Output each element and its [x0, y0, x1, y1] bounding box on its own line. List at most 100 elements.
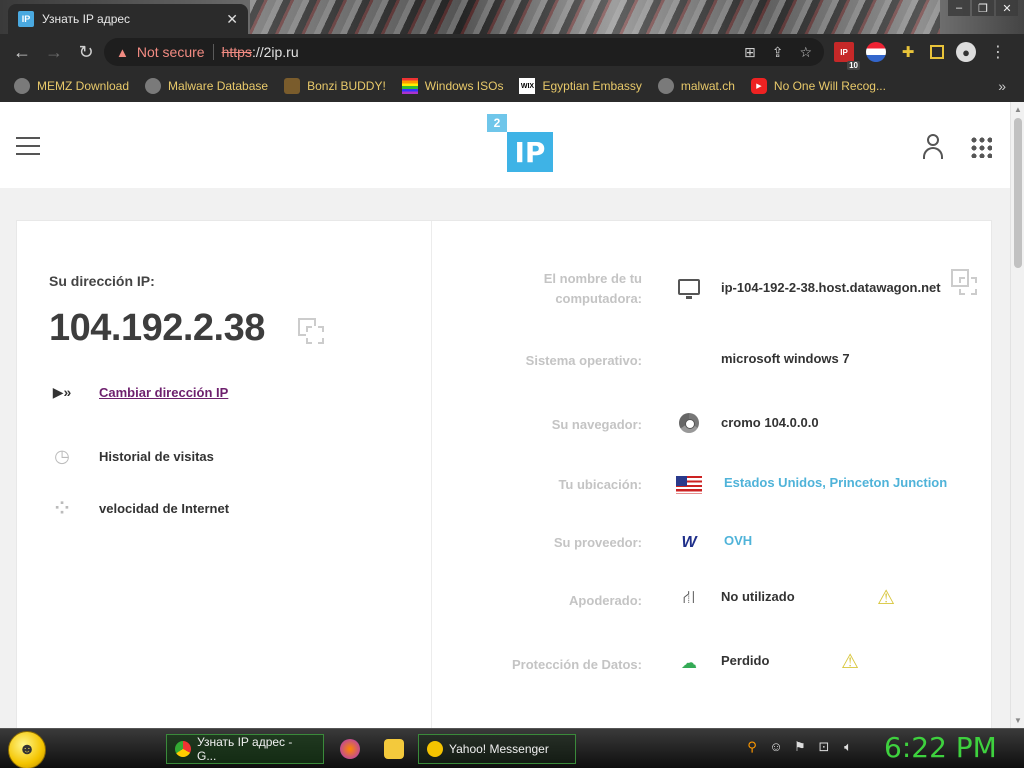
data-protection-label: Protección de Datos:	[511, 657, 642, 672]
folder-quicklaunch-icon[interactable]	[384, 739, 404, 759]
ip-address-value[interactable]: 104.192.2.38	[49, 307, 265, 350]
network-tray-icon[interactable]: ⊡	[816, 739, 832, 755]
bookmark-no-one-will-recog[interactable]: ▶ No One Will Recog...	[750, 78, 886, 94]
extensions-puzzle-icon[interactable]: ✚	[898, 42, 918, 62]
globe-icon	[145, 78, 162, 94]
window-background-art	[250, 0, 940, 34]
ip-summary-pane: Su dirección IP: 104.192.2.38 ▶» Cambiar…	[17, 221, 432, 728]
copy-ip-icon[interactable]	[298, 318, 324, 344]
apps-grid-icon[interactable]	[970, 136, 992, 158]
tab-close-icon[interactable]: ✕	[226, 11, 238, 28]
browser-toolbar: ← → ↻ ▲ Not secure https ://2ip.ru ⊞ ⇪ ☆…	[0, 34, 1024, 70]
browser-tab[interactable]: IP Узнать IP адрес ✕	[8, 4, 248, 34]
copy-hostname-icon[interactable]	[951, 269, 977, 295]
address-bar[interactable]: ▲ Not secure https ://2ip.ru ⊞ ⇪ ☆	[104, 38, 824, 66]
bookmark-malware-database[interactable]: Malware Database	[145, 78, 268, 94]
bonzi-icon	[284, 78, 301, 94]
page-scrollbar[interactable]: ▲ ▼	[1010, 102, 1024, 728]
reload-icon[interactable]: ↻	[70, 36, 102, 68]
provider-value[interactable]: OVH	[724, 533, 752, 548]
messenger-tray-icon[interactable]: ☺	[768, 739, 784, 755]
youtube-icon: ▶	[750, 78, 767, 94]
bookmark-windows-isos[interactable]: Windows ISOs	[401, 78, 503, 94]
ip-details-pane: El nombre de tu computadora: ip-104-192-…	[432, 221, 992, 728]
tab-strip: IP Узнать IP адрес ✕ – ❐ ✕	[0, 0, 1024, 34]
computer-name-label: El nombre de tu computadora:	[543, 271, 642, 306]
security-status[interactable]: Not secure	[137, 44, 205, 60]
translate-icon[interactable]: ⊞	[744, 44, 756, 61]
visit-history-link[interactable]: ◷ Historial de visitas	[49, 443, 214, 469]
change-ip-link[interactable]: ▶» Cambiar dirección IP	[49, 379, 229, 405]
search-tray-icon[interactable]: ⚲	[744, 739, 760, 755]
warning-triangle-icon[interactable]: ▲	[116, 45, 129, 60]
bookmark-label: Egyptian Embassy	[542, 79, 642, 93]
user-account-icon[interactable]	[922, 134, 944, 160]
location-value[interactable]: Estados Unidos, Princeton Junction	[724, 475, 947, 490]
computer-name-row: El nombre de tu computadora: ip-104-192-…	[432, 269, 992, 309]
os-label: Sistema operativo:	[525, 353, 642, 368]
taskbar-clock[interactable]: 6:22 PM	[884, 731, 997, 764]
visit-history-label[interactable]: Historial de visitas	[99, 449, 214, 464]
bookmark-bonzi-buddy[interactable]: Bonzi BUDDY!	[284, 78, 386, 94]
page-viewport: 2 IP Su dirección IP: 104.192.2.38 ▶» Ca…	[0, 102, 1024, 728]
proxy-warning-icon[interactable]: ⚠	[877, 587, 901, 609]
bookmark-label: Malware Database	[168, 79, 269, 93]
site-logo[interactable]: 2 IP	[487, 114, 553, 172]
provider-row: Su proveedor: W OVH	[432, 531, 992, 571]
us-flag-icon	[676, 473, 702, 497]
internet-speed-link[interactable]: ⁘ velocidad de Internet	[49, 495, 229, 521]
bookmark-egyptian-embassy[interactable]: WIX Egyptian Embassy	[519, 78, 642, 94]
bookmark-label: Bonzi BUDDY!	[307, 79, 386, 93]
bookmark-star-icon[interactable]: ☆	[799, 44, 812, 61]
data-protection-warning-icon[interactable]: ⚠	[841, 651, 865, 673]
scroll-thumb[interactable]	[1014, 118, 1022, 268]
forward-arrow-icon[interactable]: →	[38, 36, 70, 68]
omnibox-divider	[212, 44, 214, 60]
hamburger-menu-icon[interactable]	[16, 137, 40, 155]
change-ip-label[interactable]: Cambiar dirección IP	[99, 385, 228, 400]
restore-icon[interactable]: ❐	[972, 0, 994, 16]
bookmark-malwatch[interactable]: malwat.ch	[657, 78, 735, 94]
side-panel-icon[interactable]	[930, 45, 944, 59]
bookmark-label: malwat.ch	[680, 79, 735, 93]
proxy-row: Apoderado: ⛙ No utilizado ⚠	[432, 587, 992, 627]
url-scheme: https	[221, 44, 252, 60]
start-smiley-icon[interactable]: ☻	[8, 731, 46, 768]
ip-info-card: Su dirección IP: 104.192.2.38 ▶» Cambiar…	[16, 220, 992, 728]
taskbar-chrome-window[interactable]: Узнать IP адрес - G...	[166, 734, 324, 764]
system-tray: ⚲ ☺ ⚑ ⊡ 🔈︎	[744, 739, 856, 755]
vpn-flag-icon[interactable]	[866, 42, 886, 62]
firefox-quicklaunch-icon[interactable]	[340, 739, 360, 759]
location-label: Tu ubicación:	[558, 477, 642, 492]
chrome-taskbar-icon	[175, 741, 191, 757]
taskbar-yahoo-window[interactable]: Yahoo! Messenger	[418, 734, 576, 764]
share-icon[interactable]: ⇪	[772, 44, 784, 61]
data-protection-value: Perdido	[721, 653, 770, 668]
location-row: Tu ubicación: Estados Unidos, Princeton …	[432, 473, 992, 513]
window-controls: – ❐ ✕	[948, 0, 1018, 16]
os-taskbar: ☻ Узнать IP адрес - G... Yahoo! Messenge…	[0, 728, 1024, 768]
internet-speed-label[interactable]: velocidad de Internet	[99, 501, 229, 516]
close-window-icon[interactable]: ✕	[996, 0, 1018, 16]
yahoo-messenger-icon	[427, 741, 443, 757]
profile-avatar-icon[interactable]: ●	[956, 42, 976, 62]
network-tree-icon: ⛙	[682, 587, 696, 607]
cloud-lock-icon: ☁	[681, 655, 697, 672]
kebab-menu-icon[interactable]: ⋮	[988, 42, 1008, 62]
minimize-icon[interactable]: –	[948, 0, 970, 16]
extension-icons: IP 10 ✚ ● ⋮	[834, 34, 1008, 70]
chrome-icon	[676, 411, 702, 435]
globe-icon	[657, 78, 674, 94]
bookmark-label: MEMZ Download	[37, 79, 130, 93]
bookmark-label: No One Will Recog...	[773, 79, 886, 93]
bookmark-memz[interactable]: MEMZ Download	[14, 78, 129, 94]
browser-value: cromo 104.0.0.0	[721, 415, 819, 430]
scroll-down-icon[interactable]: ▼	[1014, 716, 1022, 725]
bookmarks-overflow-icon[interactable]: »	[998, 78, 1006, 94]
volume-tray-icon[interactable]: 🔈︎	[840, 739, 856, 755]
back-arrow-icon[interactable]: ←	[6, 36, 38, 68]
flag-tray-icon[interactable]: ⚑	[792, 739, 808, 755]
logo-text: IP	[507, 132, 553, 172]
scroll-up-icon[interactable]: ▲	[1014, 105, 1022, 114]
ip-extension-icon[interactable]: IP 10	[834, 42, 860, 70]
